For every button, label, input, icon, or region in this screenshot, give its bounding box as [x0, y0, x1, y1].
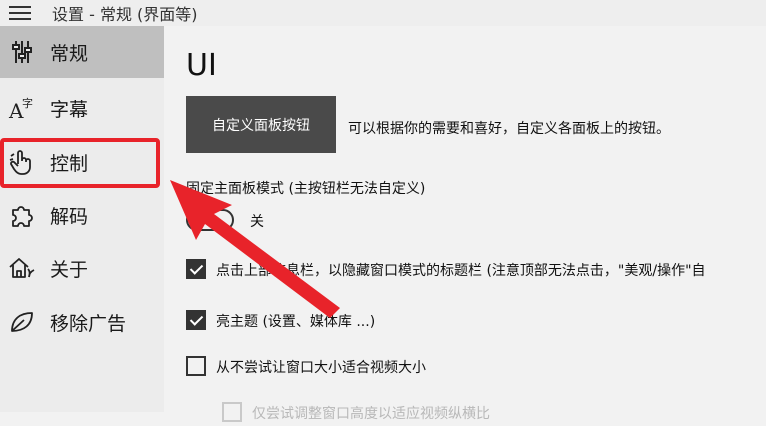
hamburger-menu-icon[interactable]	[9, 6, 31, 20]
sidebar-item-label: 字幕	[50, 99, 89, 121]
never-fit-window-checkbox[interactable]	[186, 356, 206, 376]
hide-titlebar-label: 点击上部信息栏，以隐藏窗口模式的标题栏 (注意顶部无法点击，"美观/操作"自	[216, 263, 706, 279]
subtitle-icon: A 字	[7, 94, 37, 122]
sidebar-item-decoding[interactable]: 解码	[0, 189, 164, 241]
customize-panel-buttons-button[interactable]: 自定义面板按钮	[186, 96, 336, 153]
toggle-knob	[192, 214, 204, 226]
sidebar-item-about[interactable]: 关于	[0, 242, 164, 294]
sidebar-item-label: 解码	[50, 206, 89, 228]
sidebar-item-label: 常规	[50, 43, 89, 65]
toggle-state-label: 关	[250, 214, 264, 230]
puzzle-icon	[7, 201, 37, 229]
house-icon	[7, 254, 37, 282]
leaf-icon	[7, 308, 37, 336]
sidebar-item-general[interactable]: 常规	[0, 26, 164, 78]
sidebar-item-label: 移除广告	[50, 313, 127, 335]
adjust-height-label: 仅尝试调整窗口高度以适应视频纵横比	[252, 406, 490, 422]
highlight-box	[0, 138, 160, 188]
light-theme-option: 亮主题 (设置、媒体库 ...)	[186, 310, 766, 334]
hide-titlebar-checkbox[interactable]	[186, 259, 206, 279]
never-fit-window-option: 从不尝试让窗口大小适合视频大小	[186, 356, 766, 380]
adjust-height-option: 仅尝试调整窗口高度以适应视频纵横比	[186, 402, 766, 426]
section-title: UI	[186, 48, 217, 83]
hide-titlebar-option: 点击上部信息栏，以隐藏窗口模式的标题栏 (注意顶部无法点击，"美观/操作"自	[186, 259, 766, 283]
sliders-icon	[7, 38, 37, 66]
customize-description: 可以根据你的需要和喜好，自定义各面板上的按钮。	[348, 121, 670, 137]
main-panel: UI 自定义面板按钮 可以根据你的需要和喜好，自定义各面板上的按钮。 固定主面板…	[164, 26, 766, 422]
window-title: 设置 - 常规 (界面等)	[52, 5, 198, 24]
light-theme-label: 亮主题 (设置、媒体库 ...)	[216, 314, 376, 330]
adjust-height-checkbox[interactable]	[222, 402, 242, 422]
sidebar-item-label: 关于	[50, 259, 89, 281]
never-fit-window-label: 从不尝试让窗口大小适合视频大小	[216, 360, 426, 376]
sidebar-item-remove-ads[interactable]: 移除广告	[0, 296, 164, 348]
svg-text:字: 字	[22, 96, 33, 110]
sidebar-item-subtitles[interactable]: A 字 字幕	[0, 82, 164, 134]
sidebar: 常规 A 字 字幕 控制 解码 关于 移除广告	[0, 26, 164, 412]
fixed-panel-mode-label: 固定主面板模式 (主按钮栏无法自定义)	[186, 181, 426, 197]
light-theme-checkbox[interactable]	[186, 310, 206, 330]
title-bar: 设置 - 常规 (界面等)	[0, 0, 766, 26]
fixed-panel-mode-toggle[interactable]	[186, 209, 234, 231]
